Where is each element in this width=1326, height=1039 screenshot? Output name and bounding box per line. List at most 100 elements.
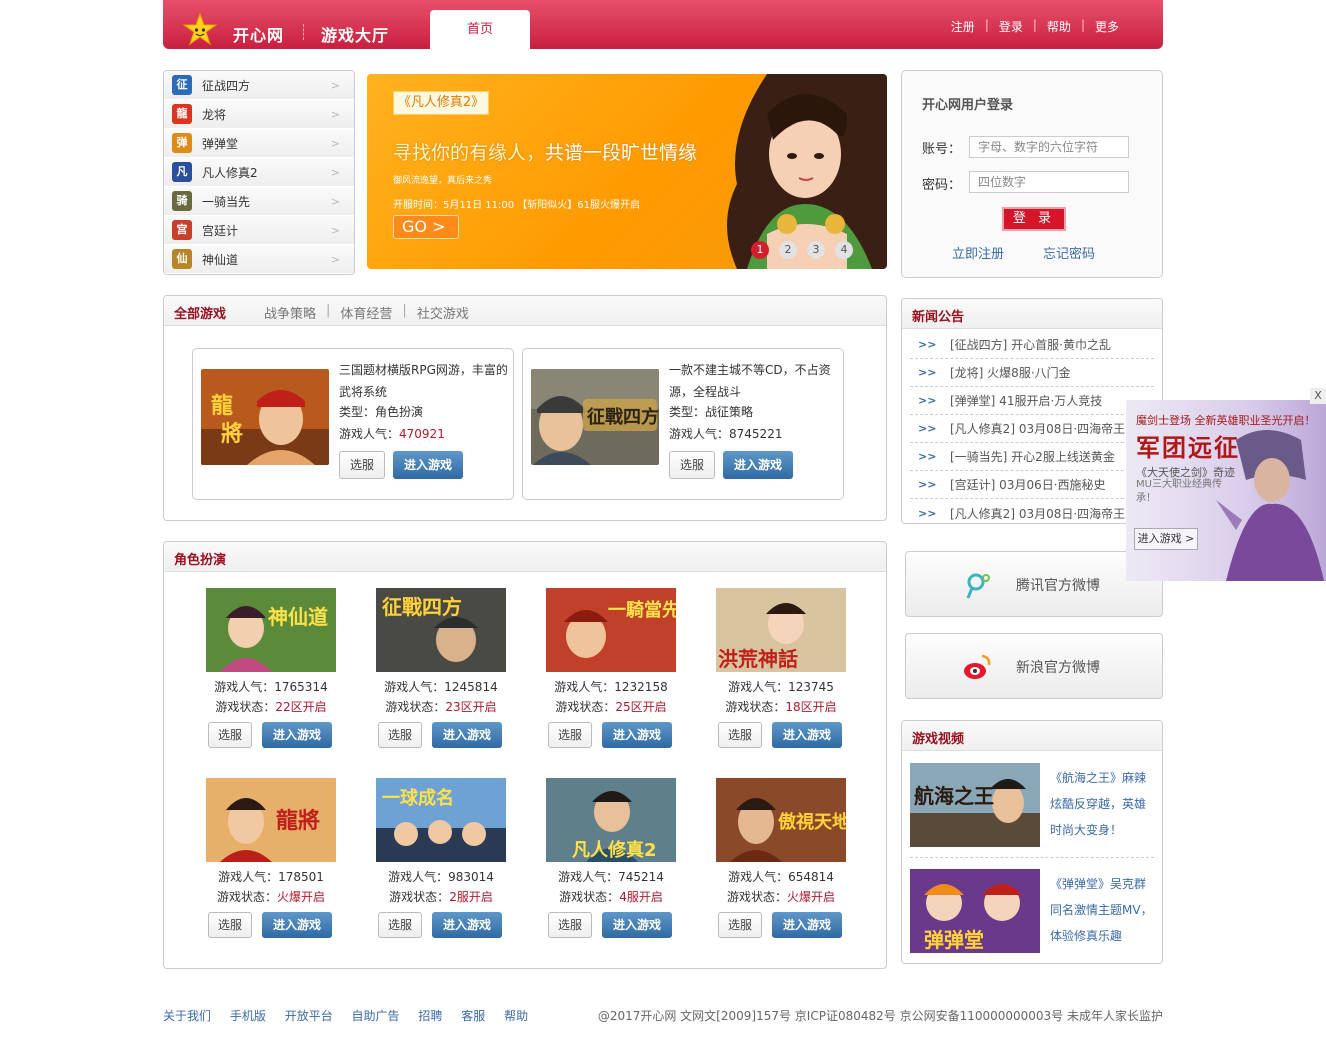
star-logo-icon[interactable]	[183, 13, 217, 47]
select-server-button[interactable]: 选服	[208, 912, 252, 938]
login-button[interactable]: 登 录	[1002, 207, 1066, 231]
forgot-password-link[interactable]: 忘记密码	[1043, 243, 1095, 262]
help-link[interactable]: 帮助	[1037, 18, 1081, 35]
floating-ad[interactable]: X 魔剑士登场 全新英雄职业圣光开启！ 军团远征 《大天使之剑》奇迹 MU三大职…	[1126, 388, 1326, 581]
game-list-item[interactable]: 龍龙将 >	[164, 100, 354, 129]
enter-game-button[interactable]: 进入游戏	[393, 451, 463, 479]
game-thumbnail[interactable]: 凡人修真2	[546, 778, 676, 862]
game-card: 龍 將 三国题材横版RPG网游，丰富的武将系统 类型：角色扮演 游戏人气：470…	[192, 348, 514, 500]
video-thumbnail[interactable]: 航海之王	[910, 763, 1040, 847]
svg-text:將: 將	[221, 422, 243, 447]
video-description[interactable]: 《弹弹堂》吴克群同名激情主题MV，体验修真乐趣	[1050, 871, 1156, 949]
svg-text:神仙道: 神仙道	[268, 605, 328, 629]
game-list-item[interactable]: 征征战四方 >	[164, 71, 354, 100]
game-list-item[interactable]: 凡凡人修真2 >	[164, 158, 354, 187]
game-list-item[interactable]: 弹弹弹堂 >	[164, 129, 354, 158]
game-hall-title[interactable]: 游戏大厅	[321, 22, 389, 46]
enter-game-button[interactable]: 进入游戏	[723, 451, 793, 479]
enter-game-button[interactable]: 进入游戏	[772, 722, 842, 748]
footer-link-platform[interactable]: 开放平台	[285, 1009, 333, 1023]
banner-dot[interactable]: 3	[807, 241, 825, 259]
video-item[interactable]: 航海之王 《航海之王》麻辣炫酷反穿越，英雄时尚大变身！	[910, 753, 1148, 847]
game-list-item[interactable]: 仙神仙道 >	[164, 245, 354, 274]
banner-go-button[interactable]: GO >	[393, 215, 459, 239]
enter-game-button[interactable]: 进入游戏	[262, 912, 332, 938]
banner-dot[interactable]: 4	[835, 241, 853, 259]
banner-character-image	[727, 74, 887, 269]
select-server-button[interactable]: 选服	[208, 722, 252, 748]
game-thumbnail[interactable]: 洪荒神話	[716, 588, 846, 672]
ad-cta-button[interactable]: 进入游戏 >	[1134, 528, 1198, 550]
chevron-right-icon: >	[330, 79, 340, 92]
tab-social[interactable]: 社交游戏	[417, 303, 469, 322]
sina-weibo-label: 新浪官方微博	[1016, 660, 1100, 676]
news-item[interactable]: >> [一骑当先] 开心2服上线送黄金	[910, 443, 1154, 471]
game-thumbnail[interactable]: 神仙道	[206, 588, 336, 672]
sina-weibo-link[interactable]: 新浪官方微博	[905, 633, 1163, 699]
footer-link-mobile[interactable]: 手机版	[230, 1009, 266, 1023]
register-link[interactable]: 注册	[941, 18, 985, 35]
footer-link-service[interactable]: 客服	[461, 1009, 485, 1023]
game-thumbnail[interactable]: 龍將	[206, 778, 336, 862]
news-item[interactable]: >> [凡人修真2] 03月08日·四海帝王	[910, 415, 1154, 443]
svg-text:弹弹堂: 弹弹堂	[924, 928, 984, 952]
login-link[interactable]: 登录	[989, 18, 1033, 35]
select-server-button[interactable]: 选服	[718, 722, 762, 748]
tab-sports[interactable]: 体育经营	[340, 303, 392, 322]
role-play-title[interactable]: 角色扮演	[174, 549, 226, 568]
news-item[interactable]: >> [凡人修真2] 03月08日·四海帝王	[910, 499, 1154, 523]
enter-game-button[interactable]: 进入游戏	[772, 912, 842, 938]
enter-game-button[interactable]: 进入游戏	[262, 722, 332, 748]
video-description[interactable]: 《航海之王》麻辣炫酷反穿越，英雄时尚大变身！	[1050, 765, 1156, 843]
video-item[interactable]: 弹弹堂 《弹弹堂》吴克群同名激情主题MV，体验修真乐趣	[910, 859, 1153, 953]
enter-game-button[interactable]: 进入游戏	[432, 912, 502, 938]
tab-strategy[interactable]: 战争策略	[264, 303, 316, 322]
footer-link-about[interactable]: 关于我们	[163, 1009, 211, 1023]
select-server-button[interactable]: 选服	[378, 912, 422, 938]
game-list-item[interactable]: 骑一骑当先 >	[164, 187, 354, 216]
game-list-item[interactable]: 宫宫廷计 >	[164, 216, 354, 245]
news-item[interactable]: >> [龙将] 火爆8服·八门金	[910, 359, 1154, 387]
tencent-weibo-link[interactable]: 腾讯官方微博	[905, 551, 1163, 617]
footer-link-ads[interactable]: 自助广告	[352, 1009, 400, 1023]
footer-link-help[interactable]: 帮助	[504, 1009, 528, 1023]
news-item[interactable]: >> [宫廷计] 03月06日·西施秘史	[910, 471, 1154, 499]
game-thumbnail[interactable]: 一騎當先	[546, 588, 676, 672]
brand-name[interactable]: 开心网	[233, 22, 284, 46]
bomb-icon: 弹	[172, 133, 192, 153]
chevron-right-icon: >	[330, 137, 340, 150]
tab-divider: |	[326, 303, 331, 318]
game-thumbnail[interactable]: 一球成名	[376, 778, 506, 862]
enter-game-button[interactable]: 进入游戏	[432, 722, 502, 748]
game-thumbnail[interactable]: 征戰四方	[531, 369, 659, 465]
news-item[interactable]: >> [弹弹堂] 41服开启·万人竞技	[910, 387, 1154, 415]
top-links: 注册 | 登录 | 帮助 | 更多	[941, 18, 1129, 35]
select-server-button[interactable]: 选服	[548, 912, 592, 938]
game-thumbnail[interactable]: 征戰四方	[376, 588, 506, 672]
all-games-title[interactable]: 全部游戏	[174, 303, 226, 322]
news-text: [征战四方] 开心首服·黄巾之乱	[950, 338, 1111, 352]
enter-game-button[interactable]: 进入游戏	[602, 912, 672, 938]
select-server-button[interactable]: 选服	[718, 912, 762, 938]
banner-dot[interactable]: 2	[779, 241, 797, 259]
select-server-button[interactable]: 选服	[669, 451, 715, 479]
more-link[interactable]: 更多	[1085, 18, 1129, 35]
double-arrow-icon: >>	[918, 478, 937, 491]
banner-dot[interactable]: 1	[751, 241, 769, 259]
game-thumbnail[interactable]: 龍 將	[201, 369, 329, 465]
promo-banner[interactable]: 《凡人修真2》 寻找你的有缘人，共谱一段旷世情缘 御风流逸望，真后来之秀 开服时…	[367, 74, 887, 269]
footer-link-jobs[interactable]: 招聘	[418, 1009, 442, 1023]
enter-game-button[interactable]: 进入游戏	[602, 722, 672, 748]
select-server-button[interactable]: 选服	[548, 722, 592, 748]
news-item[interactable]: >> [征战四方] 开心首服·黄巾之乱	[910, 331, 1154, 359]
password-input[interactable]: 四位数字	[969, 171, 1129, 193]
select-server-button[interactable]: 选服	[339, 451, 385, 479]
double-arrow-icon: >>	[918, 506, 937, 520]
select-server-button[interactable]: 选服	[378, 722, 422, 748]
tab-home[interactable]: 首页	[430, 10, 530, 49]
footer-copyright: @2017开心网 文网文[2009]157号 京ICP证080482号 京公网安…	[597, 1009, 1163, 1023]
game-thumbnail[interactable]: 傲視天地	[716, 778, 846, 862]
register-now-link[interactable]: 立即注册	[952, 243, 1004, 262]
account-input[interactable]: 字母、数字的六位字符	[969, 136, 1129, 158]
video-thumbnail[interactable]: 弹弹堂	[910, 869, 1040, 953]
